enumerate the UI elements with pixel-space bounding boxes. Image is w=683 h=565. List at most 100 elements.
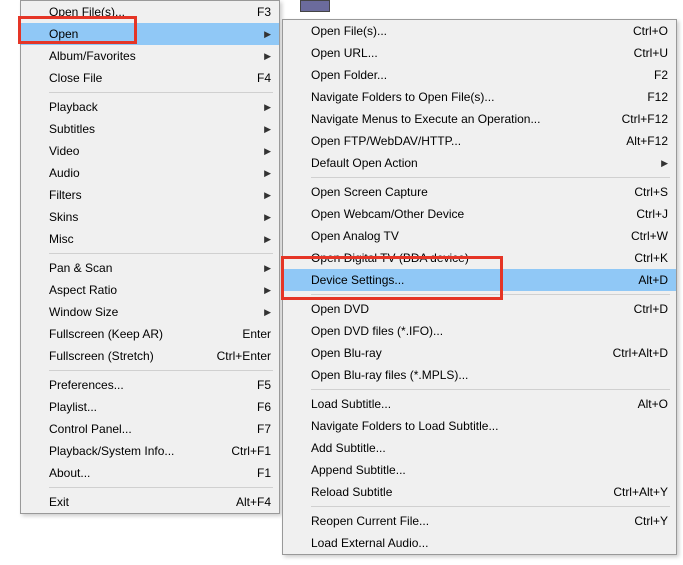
menu-item-shortcut: Ctrl+O <box>633 24 668 38</box>
menu-item-label: Add Subtitle... <box>311 441 668 455</box>
menu-item-open-files[interactable]: Open File(s)...F3 <box>21 1 279 23</box>
menu-item-shortcut: Alt+F4 <box>236 495 271 509</box>
menu-item-misc[interactable]: Misc▶ <box>21 228 279 250</box>
menu-item-r-open-blu-ray[interactable]: Open Blu-rayCtrl+Alt+D <box>283 342 676 364</box>
menu-item-label: Window Size <box>49 305 251 319</box>
menu-separator <box>311 389 670 390</box>
menu-item-shortcut: Alt+F12 <box>626 134 668 148</box>
menu-item-label: Open File(s)... <box>311 24 609 38</box>
menu-item-shortcut: F1 <box>257 466 271 480</box>
menu-item-label: Fullscreen (Stretch) <box>49 349 193 363</box>
menu-item-label: Open FTP/WebDAV/HTTP... <box>311 134 602 148</box>
menu-item-playlist[interactable]: Playlist...F6 <box>21 396 279 418</box>
menu-item-r-nav-menus[interactable]: Navigate Menus to Execute an Operation..… <box>283 108 676 130</box>
context-submenu-open: Open File(s)...Ctrl+OOpen URL...Ctrl+UOp… <box>282 19 677 555</box>
menu-item-r-add-subtitle[interactable]: Add Subtitle... <box>283 437 676 459</box>
menu-item-label: Navigate Folders to Open File(s)... <box>311 90 623 104</box>
menu-item-label: Open Blu-ray files (*.MPLS)... <box>311 368 668 382</box>
menu-item-label: Aspect Ratio <box>49 283 251 297</box>
menu-item-shortcut: Ctrl+F12 <box>622 112 668 126</box>
menu-item-label: Open <box>49 27 251 41</box>
menu-item-label: Exit <box>49 495 212 509</box>
menu-separator <box>311 506 670 507</box>
menu-item-fullscreen-keep-ar[interactable]: Fullscreen (Keep AR)Enter <box>21 323 279 345</box>
menu-item-label: Misc <box>49 232 251 246</box>
menu-item-subtitles[interactable]: Subtitles▶ <box>21 118 279 140</box>
menu-item-r-nav-folders[interactable]: Navigate Folders to Open File(s)...F12 <box>283 86 676 108</box>
submenu-arrow-icon: ▶ <box>263 29 271 40</box>
menu-item-shortcut: Ctrl+J <box>636 207 668 221</box>
menu-item-r-open-ftp[interactable]: Open FTP/WebDAV/HTTP... Alt+F12 <box>283 130 676 152</box>
menu-item-r-open-webcam[interactable]: Open Webcam/Other Device Ctrl+J <box>283 203 676 225</box>
menu-item-shortcut: Alt+D <box>638 273 668 287</box>
submenu-arrow-icon: ▶ <box>263 146 271 157</box>
submenu-arrow-icon: ▶ <box>263 124 271 135</box>
menu-item-r-nav-folders-sub[interactable]: Navigate Folders to Load Subtitle... <box>283 415 676 437</box>
menu-item-r-open-files[interactable]: Open File(s)... Ctrl+O <box>283 20 676 42</box>
menu-item-skins[interactable]: Skins▶ <box>21 206 279 228</box>
menu-item-r-open-blu-ray-mpls[interactable]: Open Blu-ray files (*.MPLS)... <box>283 364 676 386</box>
menu-item-shortcut: Ctrl+W <box>631 229 668 243</box>
menu-item-shortcut: Ctrl+Alt+Y <box>613 485 668 499</box>
menu-item-label: Default Open Action <box>311 156 648 170</box>
menu-item-r-open-folder[interactable]: Open Folder...F2 <box>283 64 676 86</box>
menu-separator <box>49 253 273 254</box>
menu-item-playback[interactable]: Playback▶ <box>21 96 279 118</box>
submenu-arrow-icon: ▶ <box>263 263 271 274</box>
submenu-arrow-icon: ▶ <box>263 51 271 62</box>
menu-item-r-open-dvd[interactable]: Open DVDCtrl+D <box>283 298 676 320</box>
menu-item-r-open-url[interactable]: Open URL...Ctrl+U <box>283 42 676 64</box>
menu-item-window-size[interactable]: Window Size ▶ <box>21 301 279 323</box>
menu-item-r-reload-subtitle[interactable]: Reload Subtitle Ctrl+Alt+Y <box>283 481 676 503</box>
menu-item-aspect-ratio[interactable]: Aspect Ratio ▶ <box>21 279 279 301</box>
submenu-arrow-icon: ▶ <box>263 168 271 179</box>
menu-item-preferences[interactable]: Preferences...F5 <box>21 374 279 396</box>
menu-item-r-open-screen-capture[interactable]: Open Screen CaptureCtrl+S <box>283 181 676 203</box>
menu-item-shortcut: Ctrl+Enter <box>217 349 271 363</box>
menu-item-shortcut: Ctrl+U <box>634 46 668 60</box>
menu-item-r-open-digital-tv[interactable]: Open Digital TV (BDA device)Ctrl+K <box>283 247 676 269</box>
menu-item-r-append-subtitle[interactable]: Append Subtitle... <box>283 459 676 481</box>
menu-item-close-file[interactable]: Close FileF4 <box>21 67 279 89</box>
menu-item-album-favorites[interactable]: Album/Favorites ▶ <box>21 45 279 67</box>
menu-item-shortcut: Ctrl+S <box>634 185 668 199</box>
menu-item-r-default-open[interactable]: Default Open Action▶ <box>283 152 676 174</box>
submenu-arrow-icon: ▶ <box>263 307 271 318</box>
menu-item-playback-system-info[interactable]: Playback/System Info...Ctrl+F1 <box>21 440 279 462</box>
menu-item-r-load-subtitle[interactable]: Load Subtitle...Alt+O <box>283 393 676 415</box>
menu-item-label: Control Panel... <box>49 422 233 436</box>
menu-item-about[interactable]: About... F1 <box>21 462 279 484</box>
menu-separator <box>49 92 273 93</box>
menu-item-shortcut: F6 <box>257 400 271 414</box>
menu-item-shortcut: Ctrl+Alt+D <box>613 346 668 360</box>
menu-item-shortcut: Ctrl+D <box>634 302 668 316</box>
menu-item-label: Device Settings... <box>311 273 614 287</box>
menu-item-label: Navigate Folders to Load Subtitle... <box>311 419 668 433</box>
menu-item-fullscreen-stretch[interactable]: Fullscreen (Stretch) Ctrl+Enter <box>21 345 279 367</box>
menu-item-pan-scan[interactable]: Pan & Scan▶ <box>21 257 279 279</box>
menu-item-label: Playback <box>49 100 251 114</box>
menu-item-label: Reopen Current File... <box>311 514 610 528</box>
menu-item-label: Load Subtitle... <box>311 397 614 411</box>
menu-item-shortcut: Ctrl+Y <box>634 514 668 528</box>
menu-item-r-open-analog-tv[interactable]: Open Analog TVCtrl+W <box>283 225 676 247</box>
menu-separator <box>49 487 273 488</box>
menu-item-r-load-ext-audio[interactable]: Load External Audio... <box>283 532 676 554</box>
menu-item-label: Open Webcam/Other Device <box>311 207 612 221</box>
menu-item-label: Album/Favorites <box>49 49 251 63</box>
submenu-arrow-icon: ▶ <box>263 212 271 223</box>
menu-item-label: Reload Subtitle <box>311 485 589 499</box>
menu-item-r-device-settings[interactable]: Device Settings... Alt+D <box>283 269 676 291</box>
menu-item-control-panel[interactable]: Control Panel...F7 <box>21 418 279 440</box>
menu-item-shortcut: F2 <box>654 68 668 82</box>
menu-item-video[interactable]: Video▶ <box>21 140 279 162</box>
menu-item-exit[interactable]: Exit Alt+F4 <box>21 491 279 513</box>
menu-item-r-open-dvd-ifo[interactable]: Open DVD files (*.IFO)... <box>283 320 676 342</box>
menu-item-label: About... <box>49 466 233 480</box>
menu-item-audio[interactable]: Audio▶ <box>21 162 279 184</box>
menu-item-label: Preferences... <box>49 378 233 392</box>
menu-item-r-reopen-current[interactable]: Reopen Current File... Ctrl+Y <box>283 510 676 532</box>
menu-item-open[interactable]: Open ▶ <box>21 23 279 45</box>
menu-item-filters[interactable]: Filters▶ <box>21 184 279 206</box>
submenu-arrow-icon: ▶ <box>263 285 271 296</box>
